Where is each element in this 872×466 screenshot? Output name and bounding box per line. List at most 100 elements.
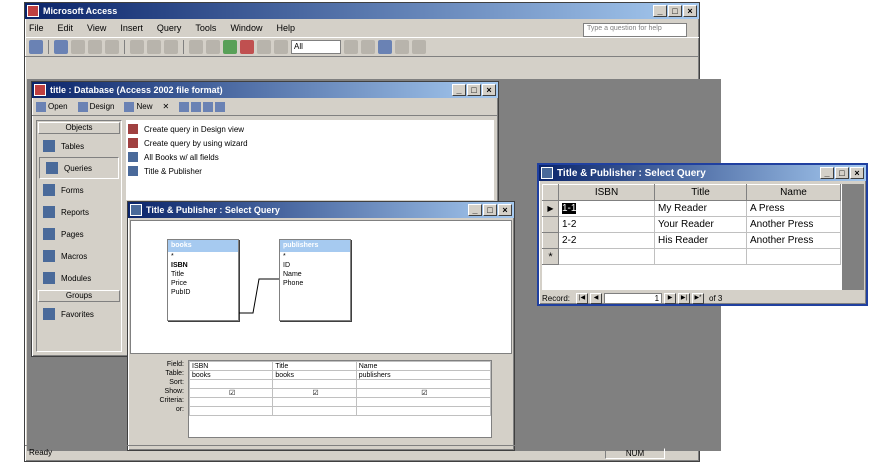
object-macros[interactable]: Macros [37, 245, 121, 267]
field[interactable]: Phone [280, 279, 350, 288]
field[interactable]: ID [280, 261, 350, 270]
grid-cell[interactable] [355, 406, 492, 416]
view-icon[interactable] [29, 40, 43, 54]
minimize-button[interactable]: _ [653, 5, 667, 17]
menu-query[interactable]: Query [157, 23, 182, 33]
print-preview-icon[interactable] [88, 40, 102, 54]
list-item[interactable]: Create query in Design view [128, 122, 492, 136]
grid-cell[interactable] [272, 406, 357, 416]
list-item[interactable]: All Books w/ all fields [128, 150, 492, 164]
grid-cell[interactable] [272, 397, 357, 407]
db-close-button[interactable]: × [482, 84, 496, 96]
object-forms[interactable]: Forms [37, 179, 121, 201]
grid-cell[interactable]: books [272, 370, 357, 380]
new-button[interactable]: New [124, 101, 153, 112]
db-minimize-button[interactable]: _ [452, 84, 466, 96]
grid-cell[interactable] [355, 379, 492, 389]
object-modules[interactable]: Modules [37, 267, 121, 289]
first-record-button[interactable]: |◀ [576, 292, 589, 304]
spelling-icon[interactable] [105, 40, 119, 54]
help-icon[interactable] [412, 40, 426, 54]
qd-close-button[interactable]: × [498, 204, 512, 216]
cell-name[interactable]: A Press [746, 200, 841, 217]
save-icon[interactable] [54, 40, 68, 54]
field[interactable]: * [280, 252, 350, 261]
select-all-corner[interactable] [542, 184, 559, 201]
show-checkbox[interactable]: ☑ [272, 388, 357, 398]
previous-record-button[interactable]: ◀ [590, 292, 603, 304]
copy-icon[interactable] [147, 40, 161, 54]
delete-button[interactable]: ✕ [163, 102, 170, 111]
print-icon[interactable] [71, 40, 85, 54]
paste-icon[interactable] [164, 40, 178, 54]
show-table-icon[interactable] [257, 40, 271, 54]
grid-cell[interactable] [188, 397, 274, 407]
objects-header[interactable]: Objects [38, 122, 120, 134]
next-record-button[interactable]: ▶ [664, 292, 677, 304]
object-reports[interactable]: Reports [37, 201, 121, 223]
field[interactable]: Title [168, 270, 238, 279]
new-record-button[interactable]: ▶* [692, 292, 705, 304]
open-button[interactable]: Open [36, 101, 68, 112]
field[interactable]: * [168, 252, 238, 261]
field[interactable]: Price [168, 279, 238, 288]
table-row[interactable]: 2-2 His Reader Another Press [542, 232, 841, 249]
column-header-name[interactable]: Name [746, 184, 841, 201]
object-pages[interactable]: Pages [37, 223, 121, 245]
menu-edit[interactable]: Edit [58, 23, 74, 33]
cell-name[interactable] [746, 248, 841, 265]
current-record-input[interactable]: 1 [604, 292, 663, 304]
db-maximize-button[interactable]: □ [467, 84, 481, 96]
maximize-button[interactable]: □ [668, 5, 682, 17]
group-favorites[interactable]: Favorites [37, 303, 121, 325]
record-selector[interactable] [542, 232, 559, 249]
grid-cell[interactable]: Title [272, 361, 357, 371]
totals-icon[interactable] [274, 40, 288, 54]
field[interactable]: PubID [168, 288, 238, 297]
redo-icon[interactable] [206, 40, 220, 54]
new-record-row[interactable]: * [542, 248, 841, 265]
cell-title[interactable]: His Reader [654, 232, 747, 249]
cell-isbn[interactable]: 2-2 [558, 232, 655, 249]
result-minimize-button[interactable]: _ [820, 167, 834, 179]
undo-icon[interactable] [189, 40, 203, 54]
column-header-title[interactable]: Title [654, 184, 747, 201]
top-values-combo[interactable]: All [291, 40, 341, 54]
grid-cell[interactable]: Name [355, 361, 492, 371]
cell-name[interactable]: Another Press [746, 216, 841, 233]
menu-file[interactable]: File [29, 23, 44, 33]
field[interactable]: Name [280, 270, 350, 279]
groups-header[interactable]: Groups [38, 290, 120, 302]
help-search-input[interactable]: Type a question for help [583, 23, 687, 37]
cell-isbn[interactable]: 1-2 [558, 216, 655, 233]
grid-cell[interactable] [355, 397, 492, 407]
qd-minimize-button[interactable]: _ [468, 204, 482, 216]
show-checkbox[interactable]: ☑ [355, 388, 492, 398]
cut-icon[interactable] [130, 40, 144, 54]
books-table-box[interactable]: books * ISBN Title Price PubID [167, 239, 239, 321]
view-buttons[interactable] [179, 101, 226, 112]
object-queries[interactable]: Queries [39, 157, 119, 179]
list-item[interactable]: Create query by using wizard [128, 136, 492, 150]
publishers-table-box[interactable]: publishers * ID Name Phone [279, 239, 351, 321]
show-checkbox[interactable]: ☑ [188, 388, 274, 398]
cell-isbn[interactable] [558, 248, 655, 265]
new-object-icon[interactable] [395, 40, 409, 54]
result-maximize-button[interactable]: □ [835, 167, 849, 179]
cell-title[interactable]: My Reader [654, 200, 747, 217]
grid-cell[interactable] [188, 379, 274, 389]
run-icon[interactable] [240, 40, 254, 54]
database-window-icon[interactable] [378, 40, 392, 54]
object-tables[interactable]: Tables [37, 135, 121, 157]
grid-cell[interactable]: ISBN [188, 361, 274, 371]
properties-icon[interactable] [344, 40, 358, 54]
build-icon[interactable] [361, 40, 375, 54]
menu-tools[interactable]: Tools [195, 23, 216, 33]
design-grid[interactable]: ISBN Title Name books books publishers ☑ ☑ ☑ [188, 360, 492, 438]
design-button[interactable]: Design [77, 101, 114, 112]
record-selector[interactable] [542, 216, 559, 233]
last-record-button[interactable]: ▶| [678, 292, 691, 304]
new-record-asterisk-icon[interactable]: * [542, 248, 559, 265]
grid-cell[interactable] [272, 379, 357, 389]
menu-help[interactable]: Help [276, 23, 295, 33]
